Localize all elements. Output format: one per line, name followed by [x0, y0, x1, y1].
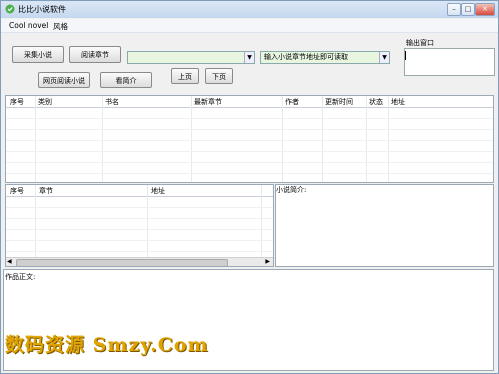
maximize-button[interactable]: □	[461, 3, 475, 16]
chapter-url-hint: 输入小说章节地址即可读取	[264, 53, 348, 61]
row-divider	[6, 118, 493, 119]
text-caret	[405, 51, 406, 60]
novel-intro-label: 小说简介:	[276, 186, 307, 194]
col-header-title[interactable]: 书名	[105, 97, 119, 107]
collect-novel-button[interactable]: 采集小说	[12, 46, 64, 63]
table-header: 序号 章节 地址	[6, 185, 273, 197]
col-header-index[interactable]: 序号	[10, 186, 24, 196]
row-divider	[6, 207, 273, 208]
col-header-latest-chapter[interactable]: 最新章节	[194, 97, 222, 107]
app-window: 比比小说软件 – □ ✕ Cool novel 风格 采集小说 阅读章节 网页阅…	[0, 0, 499, 374]
menu-bar: Cool novel 风格	[1, 19, 498, 33]
menu-style[interactable]: 风格	[53, 21, 68, 32]
row-divider	[6, 173, 493, 174]
chevron-down-icon[interactable]: ▼	[244, 52, 254, 63]
column-divider	[147, 185, 148, 258]
horizontal-scrollbar[interactable]: ◀ ▶	[6, 257, 273, 266]
scroll-left-icon[interactable]: ◀	[7, 258, 12, 265]
novel-list-table[interactable]: 序号 类别 书名 最新章节 作者 更新时间 状态 地址	[5, 95, 494, 183]
column-divider	[35, 185, 36, 258]
chevron-down-icon[interactable]: ▼	[379, 52, 389, 63]
chapter-list-table[interactable]: 序号 章节 地址 ◀ ▶	[5, 184, 274, 267]
output-window[interactable]	[404, 48, 495, 76]
menu-cool-novel[interactable]: Cool novel	[9, 21, 48, 30]
row-divider	[6, 218, 273, 219]
output-window-label: 输出窗口	[406, 39, 434, 47]
title-bar: 比比小说软件 – □ ✕	[1, 1, 498, 18]
row-divider	[6, 151, 493, 152]
col-header-update-time[interactable]: 更新时间	[325, 97, 353, 107]
prev-page-button[interactable]: 上页	[171, 68, 199, 84]
scroll-right-icon[interactable]: ▶	[265, 258, 270, 265]
column-divider	[261, 185, 262, 258]
window-title: 比比小说软件	[18, 5, 66, 14]
watermark-text: 数码资源 Smzy.Com	[5, 334, 209, 356]
col-header-address[interactable]: 地址	[391, 97, 405, 107]
chapter-url-input[interactable]: 输入小说章节地址即可读取 ▼	[260, 51, 390, 64]
app-icon	[5, 4, 15, 14]
close-button[interactable]: ✕	[475, 3, 495, 16]
col-header-author[interactable]: 作者	[285, 97, 299, 107]
col-header-chapter[interactable]: 章节	[39, 186, 53, 196]
row-divider	[6, 129, 493, 130]
row-divider	[6, 229, 273, 230]
novel-intro-pane[interactable]	[275, 184, 494, 267]
view-intro-button[interactable]: 看简介	[100, 72, 152, 88]
row-divider	[6, 251, 273, 252]
novel-select[interactable]: ▼	[127, 51, 255, 64]
col-header-status[interactable]: 状态	[369, 97, 383, 107]
row-divider	[6, 140, 493, 141]
col-header-index[interactable]: 序号	[10, 97, 24, 107]
scroll-thumb[interactable]	[16, 259, 228, 266]
row-divider	[6, 240, 273, 241]
table-header: 序号 类别 书名 最新章节 作者 更新时间 状态 地址	[6, 96, 493, 108]
next-page-button[interactable]: 下页	[205, 68, 233, 84]
novel-content-label: 作品正文:	[5, 273, 36, 281]
col-header-address[interactable]: 地址	[151, 186, 165, 196]
read-chapter-button[interactable]: 阅读章节	[69, 46, 121, 63]
col-header-category[interactable]: 类别	[38, 97, 52, 107]
row-divider	[6, 162, 493, 163]
web-read-novel-button[interactable]: 网页阅读小说	[38, 72, 90, 88]
minimize-button[interactable]: –	[447, 3, 461, 16]
